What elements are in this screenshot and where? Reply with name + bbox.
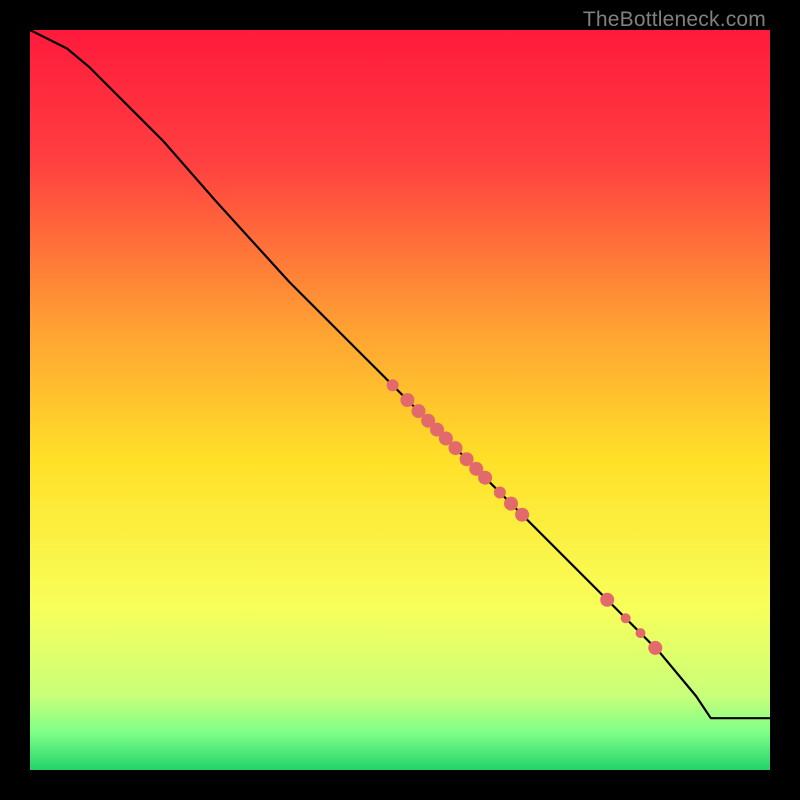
data-point <box>400 393 414 407</box>
data-point <box>494 487 506 499</box>
chart-frame: TheBottleneck.com <box>0 0 800 800</box>
data-point <box>648 641 662 655</box>
data-point <box>449 441 463 455</box>
data-point <box>515 508 529 522</box>
data-point <box>621 613 631 623</box>
data-point <box>478 471 492 485</box>
plot-area <box>30 30 770 770</box>
data-point <box>600 593 614 607</box>
watermark-text: TheBottleneck.com <box>583 8 766 32</box>
data-point <box>504 497 518 511</box>
gradient-background <box>30 30 770 770</box>
data-point <box>636 628 646 638</box>
chart-svg <box>30 30 770 770</box>
data-point <box>387 379 399 391</box>
